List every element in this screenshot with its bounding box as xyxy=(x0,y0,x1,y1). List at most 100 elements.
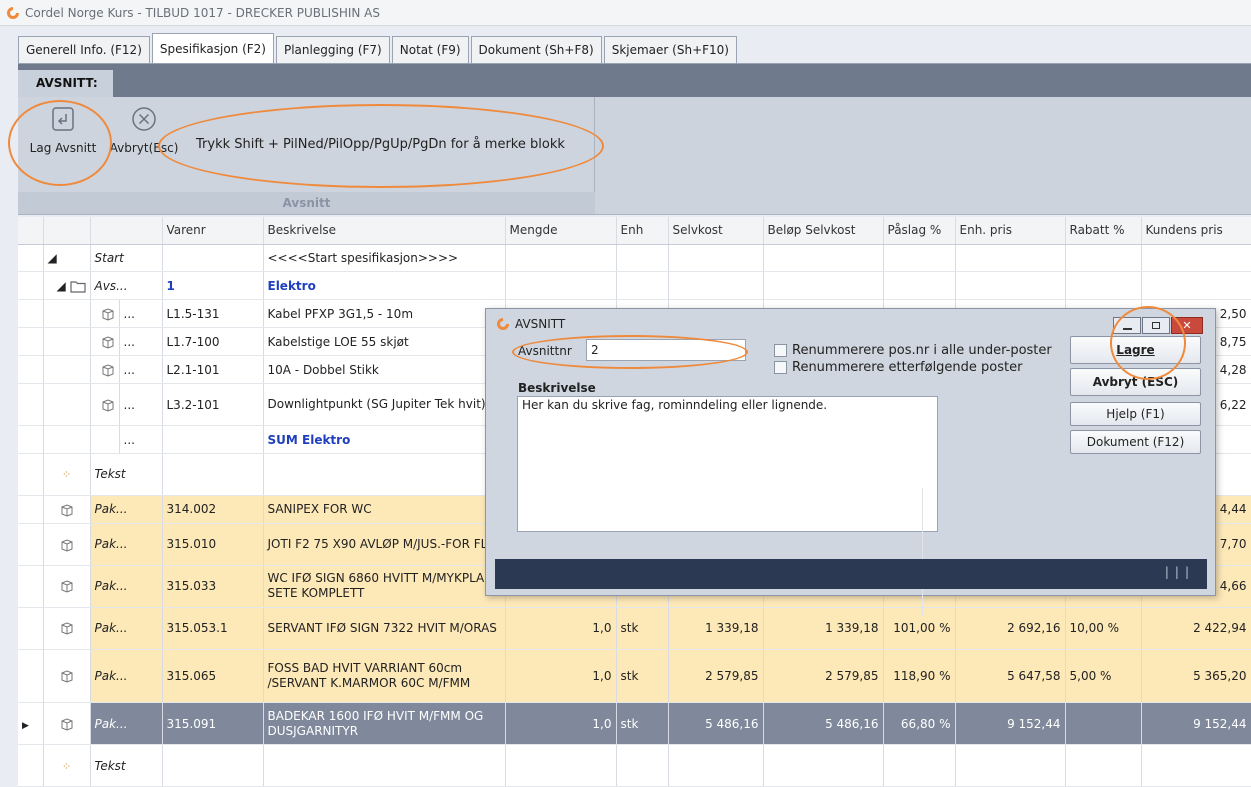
row-type: Tekst xyxy=(90,744,163,787)
hjelp-button[interactable]: Hjelp (F1) xyxy=(1070,402,1201,426)
avbryt-ribbon-label: Avbryt(Esc) xyxy=(109,141,179,155)
tab-generell-info[interactable]: Generell Info. (F12) xyxy=(18,36,150,63)
tab-spesifikasjon[interactable]: Spesifikasjon (F2) xyxy=(151,33,274,63)
dialog-titlebar: AVSNITT ✕ xyxy=(486,309,1215,339)
row-type: Start xyxy=(90,244,163,273)
row-kundens-pris: 9 152,44 xyxy=(1141,702,1251,746)
row-type: Pak... xyxy=(90,649,163,704)
collapse-arrow-icon[interactable]: ◢ xyxy=(56,279,65,293)
col-kundens-pris[interactable]: Kundens pris xyxy=(1141,217,1251,245)
row-enh: stk xyxy=(616,649,669,704)
folder-icon xyxy=(69,281,86,293)
row-beskrivelse: SANIPEX FOR WC xyxy=(263,495,506,524)
avbryt-label: Avbryt (ESC) xyxy=(1092,375,1179,389)
avsnittnr-label: Avsnittnr xyxy=(518,344,572,358)
text-block-icon: ⁘ xyxy=(61,759,72,773)
row-type: ... xyxy=(119,355,163,385)
cancel-circle-icon xyxy=(132,107,156,131)
row-varenr: L1.7-100 xyxy=(162,327,264,357)
lag-avsnitt-button[interactable]: Lag Avsnitt xyxy=(22,105,104,155)
row-rabatt: 5,00 % xyxy=(1065,649,1142,704)
col-beskrivelse[interactable]: Beskrivelse xyxy=(263,217,506,245)
row-type: Tekst xyxy=(90,453,163,496)
maximize-icon xyxy=(1152,322,1160,329)
package-icon xyxy=(61,580,72,594)
new-section-icon xyxy=(52,107,74,131)
checkbox-label: Renummerere etterfølgende poster xyxy=(792,360,1023,375)
renumber-subposts-checkbox[interactable]: Renummerere pos.nr i alle under-poster xyxy=(774,343,1052,358)
avbryt-ribbon-button[interactable]: Avbryt(Esc) xyxy=(108,105,180,155)
tab-notat[interactable]: Notat (F9) xyxy=(391,36,469,63)
row-mengde: 1,0 xyxy=(505,702,617,746)
col-mengde[interactable]: Mengde xyxy=(505,217,617,245)
col-varenr[interactable]: Varenr xyxy=(162,217,264,245)
col-enh[interactable]: Enh xyxy=(616,217,669,245)
textarea-scrollbar[interactable] xyxy=(922,488,938,616)
row-belop-selvkost: 2 579,85 xyxy=(763,649,884,704)
row-beskrivelse: Kabelstige LOE 55 skjøt xyxy=(263,327,506,357)
col-icon xyxy=(43,217,91,245)
maximize-button[interactable] xyxy=(1142,317,1170,334)
collapse-arrow-icon[interactable]: ◢ xyxy=(48,251,57,265)
tab-skjemaer[interactable]: Skjemaer (Sh+F10) xyxy=(603,36,737,63)
ribbon-group-avsnitt: Lag Avsnitt Avbryt(Esc) Trykk Shift + Pi… xyxy=(18,97,595,214)
checkbox-box[interactable] xyxy=(774,361,787,374)
close-button[interactable]: ✕ xyxy=(1171,317,1203,334)
col-selvkost[interactable]: Selvkost xyxy=(668,217,764,245)
item-box-icon xyxy=(102,308,113,321)
row-rabatt: 10,00 % xyxy=(1065,607,1142,650)
checkbox-box[interactable] xyxy=(774,344,787,357)
table-row[interactable]: Pak... 315.065 FOSS BAD HVIT VARRIANT 60… xyxy=(18,649,1251,704)
renumber-following-checkbox[interactable]: Renummerere etterfølgende poster xyxy=(774,360,1022,375)
row-type: ... xyxy=(119,383,163,427)
table-row-start[interactable]: ◢ Start <<<<Start spesifikasjon>>>> xyxy=(18,244,1251,273)
dialog-status-bar: ||| xyxy=(495,559,1207,589)
tab-dokument[interactable]: Dokument (Sh+F8) xyxy=(470,36,602,63)
table-row-selected[interactable]: ▶ Pak... 315.091 BADEKAR 1600 IFØ HVIT M… xyxy=(18,702,1251,746)
status-bar-dividers: ||| xyxy=(1164,565,1195,579)
row-enh: stk xyxy=(616,702,669,746)
ribbon-tab-avsnitt[interactable]: AVSNITT: xyxy=(18,70,113,97)
row-varenr: L2.1-101 xyxy=(162,355,264,385)
grid-header: Varenr Beskrivelse Mengde Enh Selvkost B… xyxy=(18,217,1251,245)
row-beskrivelse: Kabel PFXP 3G1,5 - 10m xyxy=(263,299,506,329)
row-beskrivelse: WC IFØ SIGN 6860 HVITT M/MYKPLAST SETE K… xyxy=(263,565,506,608)
dokument-button[interactable]: Dokument (F12) xyxy=(1070,430,1201,454)
item-box-icon xyxy=(102,336,113,349)
col-type xyxy=(90,217,163,245)
col-belop-selvkost[interactable]: Beløp Selvkost xyxy=(763,217,884,245)
lagre-button[interactable]: Lagre xyxy=(1070,336,1201,364)
col-paslag[interactable]: Påslag % xyxy=(883,217,956,245)
minimize-icon xyxy=(1122,327,1132,330)
col-rabatt[interactable]: Rabatt % xyxy=(1065,217,1142,245)
row-varenr: 315.010 xyxy=(162,523,264,566)
table-row-tekst[interactable]: ⁘ Tekst xyxy=(18,744,1251,787)
lagre-label: Lagre xyxy=(1116,343,1155,357)
package-icon xyxy=(61,622,72,635)
table-row[interactable]: Pak... 315.053.1 SERVANT IFØ SIGN 7322 H… xyxy=(18,607,1251,650)
row-rabatt xyxy=(1065,702,1142,746)
row-type: Pak... xyxy=(90,523,163,566)
avsnittnr-input[interactable] xyxy=(586,339,746,361)
table-row-section[interactable]: ◢ Avs... 1 Elektro xyxy=(18,271,1251,301)
row-varenr: 315.033 xyxy=(162,565,264,608)
row-beskrivelse: JOTI F2 75 X90 AVLØP M/JUS.-FOR FLIS xyxy=(263,523,506,566)
tab-planlegging[interactable]: Planlegging (F7) xyxy=(275,36,390,63)
row-mengde: 1,0 xyxy=(505,607,617,650)
ribbon-body: Lag Avsnitt Avbryt(Esc) Trykk Shift + Pi… xyxy=(18,97,1251,215)
row-type: ... xyxy=(119,327,163,357)
item-box-icon xyxy=(102,399,113,412)
package-icon xyxy=(61,670,72,683)
row-varenr: 314.002 xyxy=(162,495,264,524)
col-indicator xyxy=(18,217,44,245)
row-varenr: L1.5-131 xyxy=(162,299,264,329)
minimize-button[interactable] xyxy=(1113,317,1141,334)
row-kundens-pris: 2 422,94 xyxy=(1141,607,1251,650)
window-controls: ✕ xyxy=(1112,317,1203,334)
app-logo-icon xyxy=(7,6,19,19)
row-enh: stk xyxy=(616,607,669,650)
row-varenr: 315.053.1 xyxy=(162,607,264,650)
avbryt-button[interactable]: Avbryt (ESC) xyxy=(1070,368,1201,396)
col-enh-pris[interactable]: Enh. pris xyxy=(955,217,1066,245)
beskrivelse-textarea[interactable]: Her kan du skrive fag, rominndeling elle… xyxy=(517,396,938,616)
